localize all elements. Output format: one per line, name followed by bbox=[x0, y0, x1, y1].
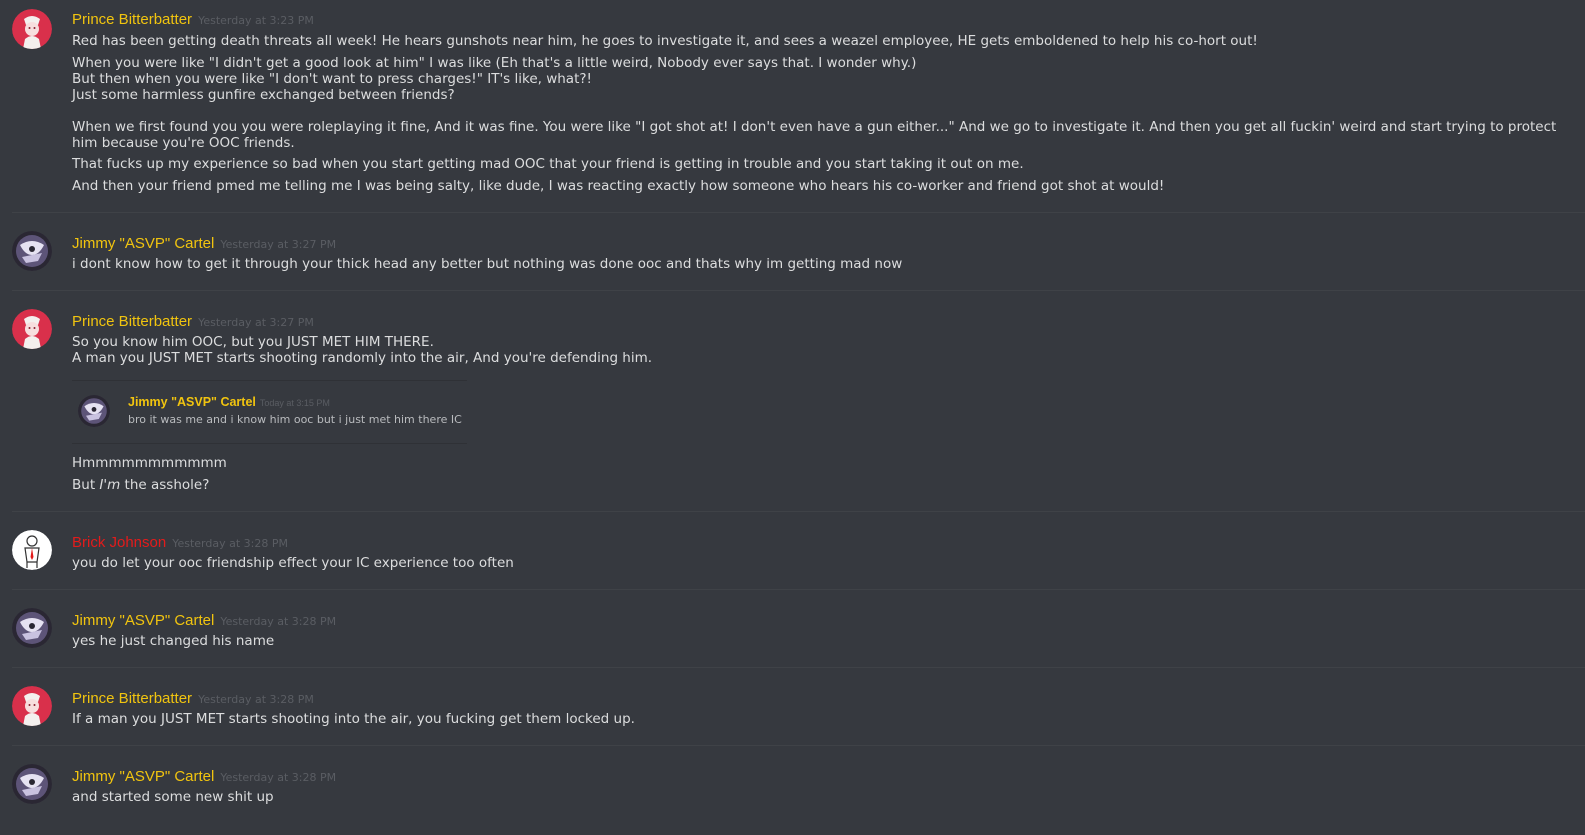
message-text-italic: I'm bbox=[99, 477, 121, 493]
jimmy-avatar-icon bbox=[12, 764, 52, 804]
message-header: Jimmy "ASVP" Cartel Yesterday at 3:28 PM bbox=[72, 610, 336, 630]
message-group: Prince Bitterbatter Yesterday at 3:27 PM … bbox=[12, 290, 1585, 511]
avatar[interactable] bbox=[12, 231, 52, 271]
timestamp: Yesterday at 3:23 PM bbox=[198, 14, 314, 27]
username[interactable]: Prince Bitterbatter bbox=[72, 313, 192, 330]
avatar[interactable] bbox=[12, 764, 52, 804]
message-header: Jimmy "ASVP" Cartel Yesterday at 3:27 PM bbox=[72, 233, 336, 253]
avatar[interactable] bbox=[12, 309, 52, 349]
message-text: If a man you JUST MET starts shooting in… bbox=[72, 711, 635, 727]
message-group: Jimmy "ASVP" Cartel Yesterday at 3:28 PM … bbox=[12, 589, 1585, 668]
message-text: yes he just changed his name bbox=[72, 633, 275, 649]
avatar[interactable] bbox=[12, 686, 52, 726]
avatar[interactable] bbox=[12, 608, 52, 648]
message-text-part: But bbox=[72, 477, 100, 493]
embed-header: Jimmy "ASVP" Cartel Today at 3:15 PM bbox=[128, 395, 330, 409]
avatar bbox=[78, 395, 110, 427]
message-text: Hmmmmmmmmmmm bbox=[72, 455, 227, 471]
timestamp: Yesterday at 3:27 PM bbox=[198, 316, 314, 329]
username[interactable]: Brick Johnson bbox=[72, 534, 166, 551]
message-text-part: the asshole? bbox=[120, 477, 210, 493]
embed-timestamp: Today at 3:15 PM bbox=[259, 398, 330, 408]
message-group: Jimmy "ASVP" Cartel Yesterday at 3:28 PM … bbox=[12, 745, 1585, 826]
message-text: i dont know how to get it through your t… bbox=[72, 256, 903, 272]
username[interactable]: Jimmy "ASVP" Cartel bbox=[72, 612, 214, 629]
message-header: Brick Johnson Yesterday at 3:28 PM bbox=[72, 532, 288, 552]
message-text: Just some harmless gunfire exchanged bet… bbox=[72, 87, 455, 103]
message-header: Prince Bitterbatter Yesterday at 3:27 PM bbox=[72, 311, 314, 331]
message-text: But then when you were like "I don't wan… bbox=[72, 71, 592, 87]
message-text: When you were like "I didn't get a good … bbox=[72, 55, 917, 71]
message-text: Red has been getting death threats all w… bbox=[72, 33, 1258, 49]
message-group: Prince Bitterbatter Yesterday at 3:23 PM … bbox=[12, 9, 1585, 209]
message-header: Jimmy "ASVP" Cartel Yesterday at 3:28 PM bbox=[72, 766, 336, 786]
message-group: Jimmy "ASVP" Cartel Yesterday at 3:27 PM … bbox=[12, 212, 1585, 291]
timestamp: Yesterday at 3:28 PM bbox=[220, 615, 337, 628]
username[interactable]: Prince Bitterbatter bbox=[72, 690, 192, 707]
avatar[interactable] bbox=[12, 9, 52, 49]
timestamp: Yesterday at 3:28 PM bbox=[220, 771, 337, 784]
message-text: And then your friend pmed me telling me … bbox=[72, 178, 1165, 194]
prince-avatar-icon bbox=[12, 9, 52, 49]
message-text: A man you JUST MET starts shooting rando… bbox=[72, 350, 653, 366]
embed-author: Jimmy "ASVP" Cartel bbox=[128, 395, 256, 409]
username[interactable]: Jimmy "ASVP" Cartel bbox=[72, 768, 214, 785]
prince-avatar-icon bbox=[12, 686, 52, 726]
message-text: and started some new shit up bbox=[72, 789, 274, 805]
timestamp: Yesterday at 3:27 PM bbox=[220, 238, 337, 251]
timestamp: Yesterday at 3:28 PM bbox=[172, 537, 288, 550]
embed-text: bro it was me and i know him ooc but i j… bbox=[128, 413, 462, 426]
avatar[interactable] bbox=[12, 530, 52, 570]
prince-avatar-icon bbox=[12, 309, 52, 349]
message-text: When we first found you you were rolepla… bbox=[72, 119, 1557, 151]
message-group: Prince Bitterbatter Yesterday at 3:28 PM … bbox=[12, 667, 1585, 746]
jimmy-avatar-icon bbox=[12, 608, 52, 648]
message-header: Prince Bitterbatter Yesterday at 3:28 PM bbox=[72, 688, 314, 708]
brick-avatar-icon bbox=[12, 530, 52, 570]
username[interactable]: Prince Bitterbatter bbox=[72, 11, 192, 28]
quoted-message-embed[interactable]: Jimmy "ASVP" Cartel Today at 3:15 PM bro … bbox=[72, 380, 467, 444]
message-text: So you know him OOC, but you JUST MET HI… bbox=[72, 334, 434, 350]
message-text: you do let your ooc friendship effect yo… bbox=[72, 555, 514, 571]
message-header: Prince Bitterbatter Yesterday at 3:23 PM bbox=[72, 9, 314, 29]
message-text: That fucks up my experience so bad when … bbox=[72, 156, 1024, 172]
message-text: But I'm the asshole? bbox=[72, 477, 1563, 493]
timestamp: Yesterday at 3:28 PM bbox=[198, 693, 314, 706]
username[interactable]: Jimmy "ASVP" Cartel bbox=[72, 235, 214, 252]
jimmy-avatar-icon bbox=[12, 231, 52, 271]
message-group: Brick Johnson Yesterday at 3:28 PM you do… bbox=[12, 511, 1585, 590]
jimmy-avatar-icon bbox=[78, 395, 110, 427]
